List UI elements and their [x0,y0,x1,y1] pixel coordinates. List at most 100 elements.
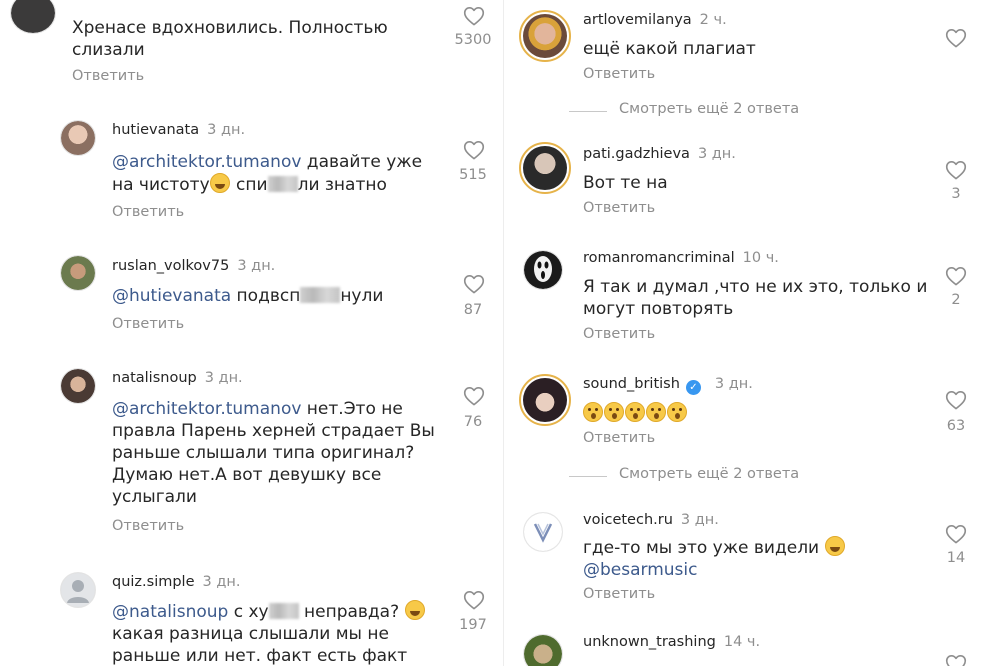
like-count: 515 [459,167,487,183]
like-count: 14 [946,550,966,566]
comment-text: @architektor.tumanov давайте уже на чист… [112,152,423,195]
reply-button[interactable]: Ответить [583,326,655,342]
mention-link[interactable]: @natalisnoup [112,602,228,622]
avatar[interactable] [60,120,96,156]
comments-column-left: Хренасе вдохновились. Полностью слизали … [0,0,503,666]
comment-text: @natalisnoup с ху неправда? какая разниц… [112,600,426,666]
comment-text: Я так и думал ,что не их это, только и м… [583,277,928,319]
comment-time: 3 дн. [680,512,719,528]
voicetech-logo-icon [533,523,553,543]
like-count: 5300 [454,32,492,48]
reply-button[interactable]: Ответить [583,430,655,446]
like-count: 2 [951,292,961,308]
surprised-emoji-icon [604,402,624,422]
heart-icon[interactable] [463,590,485,610]
comment-username[interactable]: hutievanata 3 дн. [112,122,245,138]
heart-icon[interactable] [945,28,967,48]
comment-text: где-то мы это уже видели @besarmusic [583,536,846,581]
comment-time: 3 дн. [204,370,243,386]
comment-username[interactable]: unknown_trashing 14 ч. [583,634,760,650]
reply-button[interactable]: Ответить [112,518,184,534]
comments-column-right: artlovemilanya 2 ч. ещё какой плагиат Отв… [503,0,1000,666]
comment-text [583,402,688,425]
comment: sound_british ✓ 3 дн. Ответить 63 [503,366,1000,462]
comment: unknown_trashing 14 ч. [503,626,1000,666]
heart-icon[interactable] [463,274,485,294]
comment: Хренасе вдохновились. Полностью слизали … [0,0,503,100]
laughing-emoji-icon [824,536,845,556]
censored-blur [300,287,341,303]
mention-link[interactable]: @architektor.tumanov [112,152,301,172]
view-more-replies-button[interactable]: Смотреть ещё 2 ответа [619,101,799,117]
heart-icon[interactable] [463,140,485,160]
like-count: 3 [951,186,961,202]
comment: natalisnoup 3 дн. @architektor.tumanov не… [0,362,503,542]
avatar[interactable] [60,572,96,608]
heart-icon[interactable] [463,386,485,406]
avatar[interactable] [519,10,571,62]
reply-button[interactable]: Ответить [72,68,144,84]
comment: ruslan_volkov75 3 дн. @hutievanata подвсп… [0,250,503,350]
comment-text: @hutievanata подвсп нули [112,286,384,306]
avatar[interactable] [60,368,96,404]
reply-button[interactable]: Ответить [583,200,655,216]
laughing-emoji-icon [404,600,425,620]
comment-time: 3 дн. [237,258,276,274]
avatar[interactable] [523,634,563,666]
comment-username[interactable]: voicetech.ru 3 дн. [583,512,719,528]
heart-icon[interactable] [463,6,485,26]
comment-username[interactable]: sound_british ✓ 3 дн. [583,376,753,395]
avatar[interactable] [519,374,571,426]
censored-blur [268,603,299,619]
like-count: 197 [459,617,487,633]
reply-button[interactable]: Ответить [583,586,655,602]
heart-icon[interactable] [945,160,967,180]
comment-time: 3 дн. [714,376,753,392]
surprised-emoji-icon [667,402,687,422]
comment: voicetech.ru 3 дн. где-то мы это уже виде… [503,506,1000,616]
comment-username[interactable]: natalisnoup 3 дн. [112,370,243,386]
comment: romanromancriminal 10 ч. Я так и думал ,ч… [503,244,1000,354]
ghostface-mask-icon [534,256,552,282]
heart-icon[interactable] [945,266,967,286]
comment-time: 3 дн. [202,574,241,590]
like-count: 63 [946,418,966,434]
avatar[interactable] [10,0,56,34]
comment: hutievanata 3 дн. @architektor.tumanov да… [0,118,503,228]
comment-text: @architektor.tumanov нет.Это не правла П… [112,399,435,507]
comment-username[interactable]: pati.gadzhieva 3 дн. [583,146,736,162]
surprised-emoji-icon [625,402,645,422]
comment-username[interactable]: ruslan_volkov75 3 дн. [112,258,275,274]
mention-link[interactable]: @besarmusic [583,560,697,580]
comment: artlovemilanya 2 ч. ещё какой плагиат Отв… [503,0,1000,96]
laughing-emoji-icon [209,173,230,193]
like-count: 76 [463,414,483,430]
surprised-emoji-icon [646,402,666,422]
verified-badge-icon: ✓ [685,380,701,395]
more-replies-line [569,476,607,477]
mention-link[interactable]: @architektor.tumanov [112,399,301,419]
avatar[interactable] [60,255,96,291]
comment-username[interactable]: quiz.simple 3 дн. [112,574,240,590]
like-count: 87 [463,302,483,318]
comment: pati.gadzhieva 3 дн. Вот те на Ответить 3 [503,138,1000,234]
comment-text: ещё какой плагиат [583,39,756,59]
avatar[interactable] [523,512,563,552]
mention-link[interactable]: @hutievanata [112,286,231,306]
surprised-emoji-icon [583,402,603,422]
reply-button[interactable]: Ответить [112,204,184,220]
avatar[interactable] [519,142,571,194]
comment-username[interactable]: romanromancriminal 10 ч. [583,250,779,266]
avatar[interactable] [523,250,563,290]
comment-text: Хренасе вдохновились. Полностью слизали [72,18,388,60]
view-more-replies-button[interactable]: Смотреть ещё 2 ответа [619,466,799,482]
comment-time: 10 ч. [742,250,779,266]
reply-button[interactable]: Ответить [583,66,655,82]
heart-icon[interactable] [945,654,967,666]
heart-icon[interactable] [945,390,967,410]
reply-button[interactable]: Ответить [112,316,184,332]
heart-icon[interactable] [945,524,967,544]
comment-text: Вот те на [583,173,668,193]
comment-time: 14 ч. [723,634,761,650]
comment-username[interactable]: artlovemilanya 2 ч. [583,12,727,28]
